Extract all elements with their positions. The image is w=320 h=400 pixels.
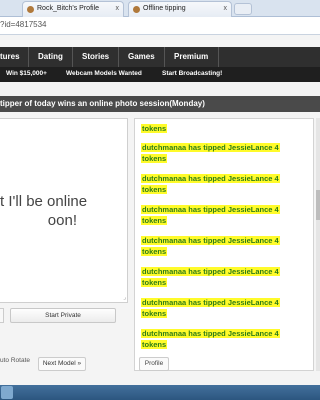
subnav-webcam-models-link[interactable]: Webcam Models Wanted	[66, 70, 142, 77]
chat-message-line2: tokens	[141, 185, 168, 194]
start-button[interactable]	[1, 386, 13, 399]
nav-item-games[interactable]: Games	[128, 52, 155, 61]
chat-message: dutchmanaa has tipped JessieLance 4 toke…	[141, 142, 280, 164]
next-model-button[interactable]: Next Model »	[38, 357, 86, 371]
tab-label: Rock_Bitch's Profile	[37, 5, 100, 12]
chat-message-line1: dutchmanaa has tipped JessieLance 4	[141, 329, 280, 338]
favicon-icon	[133, 6, 140, 13]
nav-item-premium[interactable]: Premium	[174, 52, 208, 61]
offline-message: t I'll be online oon!	[0, 192, 127, 230]
chat-message-line1: dutchmanaa has tipped JessieLance 4	[141, 298, 280, 307]
chat-message: dutchmanaa has tipped JessieLance 4 toke…	[141, 235, 280, 257]
chat-message: dutchmanaa has tipped JessieLance 4 toke…	[141, 204, 280, 226]
page-scrollbar[interactable]	[316, 118, 320, 371]
room-title-bar: tipper of today wins an online photo ses…	[0, 96, 320, 112]
nav-divider	[28, 47, 29, 67]
chat-message-line2: tokens	[141, 340, 168, 349]
os-taskbar	[0, 385, 320, 400]
chat-message: tokens	[141, 123, 168, 134]
room-title: tipper of today wins an online photo ses…	[0, 99, 205, 108]
offline-message-line2: oon!	[47, 212, 77, 229]
chat-message-line2: tokens	[141, 216, 168, 225]
start-private-button[interactable]: Start Private	[10, 308, 116, 323]
scrollbar-thumb[interactable]	[316, 190, 320, 220]
chat-message-line2: tokens	[141, 154, 168, 163]
nav-divider	[218, 47, 219, 67]
resize-handle-icon[interactable]: ⌟	[123, 294, 126, 301]
main-nav: tures Dating Stories Games Premium	[0, 47, 320, 67]
subnav-win-link[interactable]: Win $15,000+	[6, 70, 47, 77]
video-player[interactable]: t I'll be online oon! ⌟	[0, 118, 128, 303]
address-bar[interactable]: ?id=4817534	[0, 17, 320, 35]
chat-message-text: tokens	[141, 124, 168, 133]
tab-rock-bitch-profile[interactable]: Rock_Bitch's Profile x	[22, 1, 124, 17]
chat-message-line1: dutchmanaa has tipped JessieLance 4	[141, 143, 280, 152]
profile-tab-button[interactable]: Profile	[139, 357, 169, 371]
left-action-button[interactable]	[0, 308, 4, 323]
chat-message: dutchmanaa has tipped JessieLance 4 toke…	[141, 297, 280, 319]
tab-label: Offline tipping	[143, 5, 186, 12]
address-text[interactable]: ?id=4817534	[0, 20, 47, 29]
subnav-start-broadcasting-link[interactable]: Start Broadcasting!	[162, 70, 222, 77]
chat-message-line2: tokens	[141, 309, 168, 318]
nav-item-dating[interactable]: Dating	[38, 52, 63, 61]
chat-message: dutchmanaa has tipped JessieLance 4 toke…	[141, 173, 280, 195]
sub-nav: Win $15,000+ Webcam Models Wanted Start …	[0, 67, 320, 82]
chat-message: dutchmanaa has tipped JessieLance 4 toke…	[141, 328, 280, 350]
chat-message: dutchmanaa has tipped JessieLance 4 toke…	[141, 266, 280, 288]
chat-message-line1: dutchmanaa has tipped JessieLance 4	[141, 236, 280, 245]
close-icon[interactable]: x	[224, 2, 228, 16]
browser-tab-bar: Rock_Bitch's Profile x Offline tipping x	[0, 0, 320, 17]
close-icon[interactable]: x	[116, 2, 120, 16]
nav-divider	[72, 47, 73, 67]
chat-message-line1: dutchmanaa has tipped JessieLance 4	[141, 174, 280, 183]
chat-message-line1: dutchmanaa has tipped JessieLance 4	[141, 205, 280, 214]
nav-item-features[interactable]: tures	[0, 52, 20, 61]
favicon-icon	[27, 6, 34, 13]
nav-divider	[118, 47, 119, 67]
chat-message-line2: tokens	[141, 247, 168, 256]
tab-offline-tipping[interactable]: Offline tipping x	[128, 1, 232, 17]
chat-message-line2: tokens	[141, 278, 168, 287]
offline-message-line1: t I'll be online	[0, 193, 88, 210]
nav-item-stories[interactable]: Stories	[82, 52, 109, 61]
auto-rotate-toggle[interactable]: uto Rotate	[0, 357, 30, 364]
nav-divider	[164, 47, 165, 67]
chat-panel[interactable]: tokens dutchmanaa has tipped JessieLance…	[134, 118, 314, 371]
new-tab-button[interactable]	[234, 3, 252, 15]
chat-message-line1: dutchmanaa has tipped JessieLance 4	[141, 267, 280, 276]
